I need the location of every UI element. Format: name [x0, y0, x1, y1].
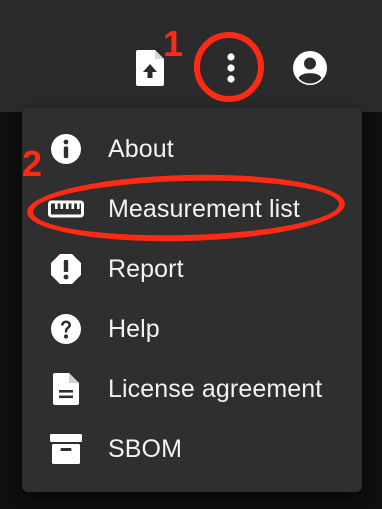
- menu-item-label: License agreement: [108, 374, 323, 403]
- document-icon: [48, 371, 84, 407]
- account-circle-icon: [293, 51, 327, 85]
- menu-item-label: About: [108, 134, 174, 163]
- report-icon: [48, 251, 84, 287]
- help-icon: [48, 311, 84, 347]
- archive-icon: [48, 431, 84, 467]
- top-app-bar: [0, 0, 382, 112]
- menu-item-label: SBOM: [108, 434, 183, 463]
- menu-item-label: Help: [108, 314, 160, 343]
- menu-item-label: Report: [108, 254, 184, 283]
- info-icon: [48, 131, 84, 167]
- annotation-step-2: 2: [22, 143, 43, 184]
- overflow-menu: About Measurement list Report Help Licen…: [22, 108, 362, 492]
- app-root: About Measurement list Report Help Licen…: [0, 0, 382, 509]
- menu-item-sbom[interactable]: SBOM: [22, 421, 362, 477]
- menu-item-license-agreement[interactable]: License agreement: [22, 361, 362, 417]
- menu-item-report[interactable]: Report: [22, 241, 362, 297]
- menu-item-help[interactable]: Help: [22, 301, 362, 357]
- annotation-step-1: 1: [163, 23, 184, 64]
- annotation-circle-more-button: [194, 32, 264, 102]
- file-upload-icon: [136, 50, 164, 86]
- menu-item-about[interactable]: About: [22, 121, 362, 177]
- account-button[interactable]: [290, 48, 330, 88]
